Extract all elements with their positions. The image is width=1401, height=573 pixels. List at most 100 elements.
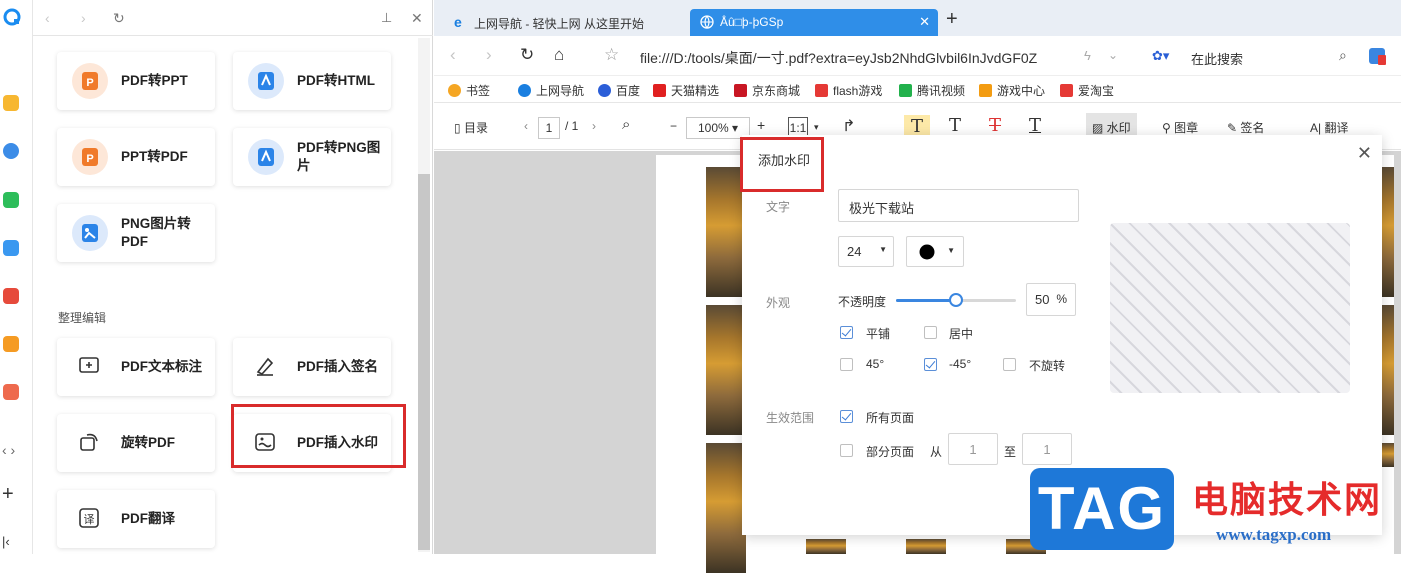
tool-card-translate[interactable]: 译 PDF翻译 (57, 490, 215, 548)
zoom-in-icon[interactable]: + (757, 117, 765, 133)
color-select[interactable]: ▼ (906, 236, 964, 267)
star-icon (448, 84, 461, 97)
font-size-select[interactable]: 24 ▼ (838, 236, 894, 267)
sign-tool-button[interactable]: ✎ 签名 (1227, 119, 1264, 136)
text-annotate-icon (79, 357, 99, 373)
address-bar[interactable]: file:///D:/tools/桌面/一寸.pdf?extra=eyJsb2N… (640, 48, 1037, 68)
search-icon[interactable]: ⌕ (1339, 47, 1347, 64)
tool-card-pdf-to-ppt[interactable]: P PDF转PPT (57, 52, 215, 110)
bookmark-item[interactable]: 百度 (598, 82, 640, 99)
collapse-icon[interactable]: |‹ (2, 534, 10, 550)
bookmark-item[interactable]: 上网导航 (518, 82, 584, 99)
text-icon[interactable]: T (949, 115, 961, 136)
tool-card-pdf-to-png[interactable]: PDF转PNG图片 (233, 128, 391, 186)
opacity-input[interactable]: 50% (1026, 283, 1076, 316)
dropdown-icon[interactable]: ⌄ (1108, 48, 1118, 62)
highlight-box-watermark-card (231, 404, 406, 468)
tile-checkbox[interactable] (840, 326, 853, 339)
search-icon[interactable]: ⌕ (622, 116, 630, 133)
refresh-icon[interactable]: ↻ (520, 45, 534, 65)
watermark-text-input[interactable]: 极光下载站 (838, 189, 1079, 222)
rotate-45-checkbox[interactable] (840, 358, 853, 371)
all-pages-checkbox[interactable] (840, 410, 853, 423)
bookmark-item[interactable]: 京东商城 (734, 82, 800, 99)
photo-thumbnail (906, 539, 946, 554)
close-icon[interactable]: ✕ (1357, 143, 1372, 164)
search-app-icon[interactable] (3, 336, 19, 352)
tab-pdf[interactable]: Åû□þ-þGSp ✕ (690, 9, 938, 36)
back-icon[interactable]: ‹ (450, 45, 456, 65)
add-app-icon[interactable]: + (2, 484, 14, 504)
bookmark-item[interactable]: 书签 (448, 82, 490, 99)
photo-thumbnail (706, 305, 746, 435)
rotate-page-icon[interactable]: ↱ (842, 116, 855, 136)
wechat-app-icon[interactable] (3, 192, 19, 208)
globe-icon (700, 15, 714, 29)
tool-card-insert-signature[interactable]: PDF插入签名 (233, 338, 391, 396)
scope-label: 生效范围 (766, 411, 815, 425)
plane-app-icon[interactable] (3, 240, 19, 256)
pin-icon[interactable]: ⊥ (381, 10, 392, 26)
underline-icon[interactable]: T (1029, 115, 1041, 136)
from-label: 从 (930, 445, 943, 459)
forward-icon[interactable]: › (486, 45, 492, 65)
app-logo-icon[interactable] (3, 8, 21, 26)
card-label: 旋转PDF (121, 435, 175, 450)
card-label: PDF翻译 (121, 511, 175, 526)
scrollbar-thumb[interactable] (418, 174, 430, 550)
translate-tool-button[interactable]: A| 翻译 (1310, 119, 1348, 136)
svg-text:译: 译 (84, 513, 95, 526)
zoom-select[interactable]: 100% ▾ (686, 117, 750, 139)
tool-card-pdf-to-html[interactable]: PDF转HTML (233, 52, 391, 110)
tool-card-png-to-pdf[interactable]: PNG图片转PDF (57, 204, 215, 262)
outline-button[interactable]: ▯ 目录 (454, 119, 488, 136)
extension-icon[interactable] (1367, 46, 1387, 66)
tab-close-icon[interactable]: ✕ (919, 14, 930, 30)
forward-icon[interactable]: › (81, 10, 86, 26)
game-app-icon[interactable] (3, 384, 19, 400)
refresh-icon[interactable]: ↻ (113, 10, 125, 27)
page-input[interactable]: 1 (538, 117, 560, 139)
tool-card-rotate[interactable]: 旋转PDF (57, 414, 215, 472)
bookmark-item[interactable]: 游戏中心 (979, 82, 1045, 99)
star-app-icon[interactable] (3, 95, 19, 111)
lightning-icon[interactable]: ϟ (1084, 48, 1091, 63)
baidu-icon (598, 84, 611, 97)
opacity-slider-thumb[interactable] (949, 293, 963, 307)
opacity-label: 不透明度 (838, 295, 887, 309)
tool-card-ppt-to-pdf[interactable]: P PPT转PDF (57, 128, 215, 186)
center-checkbox[interactable] (924, 326, 937, 339)
pdf-app-icon[interactable] (3, 288, 19, 304)
clock-app-icon[interactable] (3, 143, 19, 159)
search-input[interactable]: 在此搜索 (1191, 49, 1243, 68)
rail-scroll-arrows-icon[interactable]: ‹ › (2, 442, 15, 458)
bookmark-item[interactable]: 天猫精选 (653, 82, 719, 99)
translate-icon: 译 (79, 508, 99, 528)
text-label: 文字 (766, 200, 791, 214)
baidu-paw-icon[interactable]: ✿▾ (1152, 48, 1169, 64)
favorite-star-icon[interactable]: ☆ (604, 45, 619, 65)
fit-dropdown-icon[interactable]: ▾ (814, 122, 819, 133)
stamp-tool-button[interactable]: ⚲ 图章 (1162, 119, 1198, 136)
card-label: PDF插入签名 (297, 359, 378, 374)
to-page-input[interactable]: 1 (1022, 433, 1072, 465)
strikethrough-icon[interactable]: T (989, 115, 1001, 136)
home-icon[interactable]: ⌂ (554, 45, 564, 65)
some-pages-checkbox[interactable] (840, 444, 853, 457)
tool-card-text-annotate[interactable]: PDF文本标注 (57, 338, 215, 396)
prev-page-icon[interactable]: ‹ (524, 119, 528, 133)
no-rotate-checkbox[interactable] (1003, 358, 1016, 371)
zoom-out-icon[interactable]: − (670, 119, 677, 133)
from-page-input[interactable]: 1 (948, 433, 998, 465)
rotate-minus-45-checkbox[interactable] (924, 358, 937, 371)
new-tab-icon[interactable]: + (946, 9, 958, 29)
bookmark-item[interactable]: flash游戏 (815, 82, 882, 99)
signature-icon (256, 357, 274, 376)
tab-navigation[interactable]: e 上网导航 - 轻快上网 从这里开始 (444, 9, 684, 36)
taobao-icon (1060, 84, 1073, 97)
close-panel-icon[interactable]: ✕ (411, 10, 423, 27)
bookmark-item[interactable]: 爱淘宝 (1060, 82, 1114, 99)
bookmark-item[interactable]: 腾讯视频 (899, 82, 965, 99)
next-page-icon[interactable]: › (592, 119, 596, 133)
back-icon[interactable]: ‹ (45, 10, 50, 26)
